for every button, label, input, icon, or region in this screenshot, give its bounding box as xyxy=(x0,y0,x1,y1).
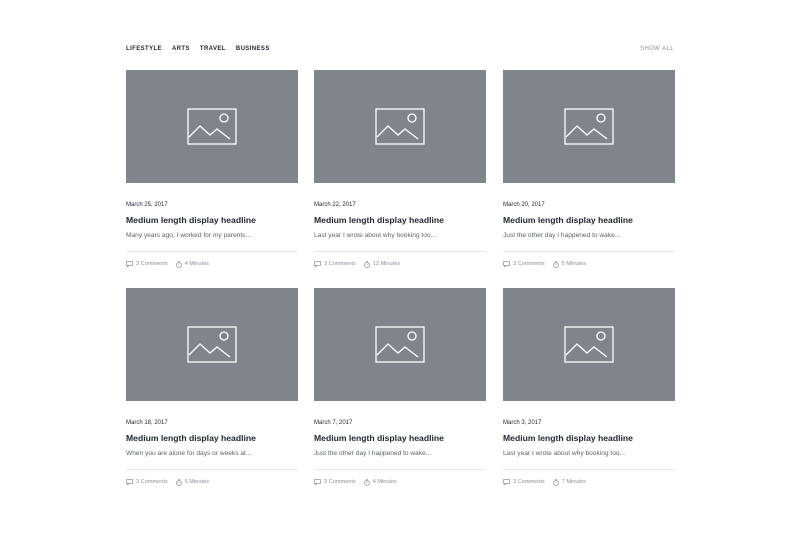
comments-count: 3 Comments xyxy=(513,261,545,267)
post-date: March 25, 2017 xyxy=(126,202,168,208)
comments-count: 3 Comments xyxy=(324,479,356,485)
filter-travel[interactable]: TRAVEL xyxy=(200,44,226,54)
post-meta: 3 Comments 7 Minutes xyxy=(503,478,586,486)
post-excerpt: Last year I wrote about why booking too.… xyxy=(503,450,626,457)
card-divider xyxy=(126,469,298,470)
read-time-label: 4 Minutes xyxy=(184,261,209,267)
post-headline[interactable]: Medium length display headline xyxy=(126,214,256,226)
read-time-label: 7 Minutes xyxy=(561,479,586,485)
stopwatch-icon xyxy=(363,478,370,486)
comment-icon xyxy=(503,479,510,485)
post-card: March 3, 2017 Medium length display headl… xyxy=(503,288,675,486)
comment-icon xyxy=(503,261,510,267)
card-divider xyxy=(314,469,486,470)
stopwatch-icon xyxy=(175,478,182,486)
post-thumbnail[interactable] xyxy=(126,70,298,183)
comment-icon xyxy=(314,261,321,267)
read-time: 5 Minutes xyxy=(552,260,586,268)
comments-link[interactable]: 3 Comments xyxy=(503,478,545,486)
post-excerpt: When you are alone for days or weeks at.… xyxy=(126,450,252,457)
card-divider xyxy=(503,469,675,470)
filter-lifestyle[interactable]: LIFESTYLE xyxy=(126,44,162,54)
post-thumbnail[interactable] xyxy=(503,288,675,401)
read-time: 5 Minutes xyxy=(175,478,209,486)
post-meta: 3 Comments 4 Minutes xyxy=(126,260,209,268)
post-date: March 20, 2017 xyxy=(503,202,545,208)
read-time: 4 Minutes xyxy=(363,478,397,486)
comments-count: 3 Comments xyxy=(513,479,545,485)
post-card: March 7, 2017 Medium length display headl… xyxy=(314,288,486,486)
stopwatch-icon xyxy=(552,478,559,486)
post-meta: 3 Comments 5 Minutes xyxy=(126,478,209,486)
post-meta: 3 Comments 12 Minutes xyxy=(314,260,400,268)
post-excerpt: Last year I wrote about why booking too.… xyxy=(314,232,437,239)
post-date: March 7, 2017 xyxy=(314,420,353,426)
comments-link[interactable]: 3 Comments xyxy=(126,260,168,268)
comments-link[interactable]: 3 Comments xyxy=(126,478,168,486)
comments-link[interactable]: 3 Comments xyxy=(314,260,356,268)
read-time-label: 5 Minutes xyxy=(561,261,586,267)
post-excerpt: Many years ago, I worked for my parents.… xyxy=(126,232,251,239)
post-date: March 18, 2017 xyxy=(126,420,168,426)
comments-link[interactable]: 3 Comments xyxy=(314,478,356,486)
show-all-link[interactable]: SHOW ALL xyxy=(640,44,674,54)
read-time: 4 Minutes xyxy=(175,260,209,268)
comment-icon xyxy=(314,479,321,485)
filter-arts[interactable]: ARTS xyxy=(172,44,190,54)
post-headline[interactable]: Medium length display headline xyxy=(503,432,633,444)
post-headline[interactable]: Medium length display headline xyxy=(314,214,444,226)
post-headline[interactable]: Medium length display headline xyxy=(314,432,444,444)
post-headline[interactable]: Medium length display headline xyxy=(503,214,633,226)
read-time-label: 5 Minutes xyxy=(184,479,209,485)
stopwatch-icon xyxy=(363,260,370,268)
read-time-label: 12 Minutes xyxy=(372,261,401,267)
read-time: 12 Minutes xyxy=(363,260,401,268)
read-time-label: 4 Minutes xyxy=(372,479,397,485)
category-filter-bar: LIFESTYLE ARTS TRAVEL BUSINESS SHOW ALL xyxy=(126,44,674,54)
category-list: LIFESTYLE ARTS TRAVEL BUSINESS xyxy=(126,44,270,54)
comments-link[interactable]: 3 Comments xyxy=(503,260,545,268)
stopwatch-icon xyxy=(175,260,182,268)
stopwatch-icon xyxy=(552,260,559,268)
post-excerpt: Just the other day I happened to wake... xyxy=(314,450,432,457)
post-headline[interactable]: Medium length display headline xyxy=(126,432,256,444)
post-thumbnail[interactable] xyxy=(314,70,486,183)
card-divider xyxy=(126,251,298,252)
card-divider xyxy=(314,251,486,252)
comments-count: 3 Comments xyxy=(324,261,356,267)
read-time: 7 Minutes xyxy=(552,478,586,486)
post-date: March 22, 2017 xyxy=(314,202,356,208)
post-meta: 3 Comments 4 Minutes xyxy=(314,478,397,486)
post-card: March 20, 2017 Medium length display head… xyxy=(503,70,675,268)
comment-icon xyxy=(126,479,133,485)
comment-icon xyxy=(126,261,133,267)
comments-count: 3 Comments xyxy=(136,261,168,267)
post-thumbnail[interactable] xyxy=(126,288,298,401)
post-card: March 22, 2017 Medium length display head… xyxy=(314,70,486,268)
card-divider xyxy=(503,251,675,252)
post-card: March 18, 2017 Medium length display head… xyxy=(126,288,298,486)
post-thumbnail[interactable] xyxy=(503,70,675,183)
post-excerpt: Just the other day I happened to wake... xyxy=(503,232,621,239)
post-meta: 3 Comments 5 Minutes xyxy=(503,260,586,268)
post-date: March 3, 2017 xyxy=(503,420,542,426)
comments-count: 3 Comments xyxy=(136,479,168,485)
post-card: March 25, 2017 Medium length display head… xyxy=(126,70,298,268)
post-thumbnail[interactable] xyxy=(314,288,486,401)
filter-business[interactable]: BUSINESS xyxy=(236,44,270,54)
